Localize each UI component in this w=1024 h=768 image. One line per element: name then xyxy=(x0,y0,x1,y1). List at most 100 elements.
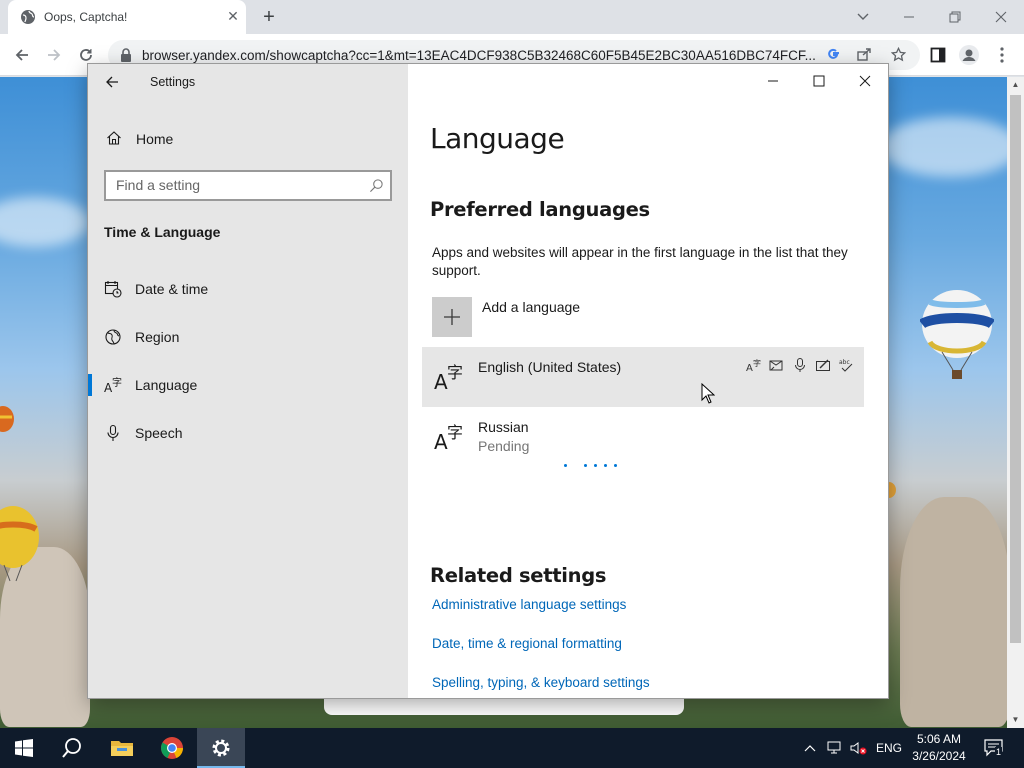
nav-item-region[interactable]: Region xyxy=(88,320,408,356)
star-icon[interactable] xyxy=(890,46,906,63)
nav-item-label: Region xyxy=(135,329,180,345)
add-language-button[interactable]: Add a language xyxy=(432,297,732,337)
windows-logo-icon xyxy=(15,739,33,757)
file-explorer-button[interactable] xyxy=(98,728,146,768)
chrome-taskbar-button[interactable] xyxy=(148,728,196,768)
svg-text:A: A xyxy=(434,370,448,393)
clock-time: 5:06 AM xyxy=(916,732,962,746)
page-title: Language xyxy=(430,122,565,155)
spelling-typing-keyboard-settings-link[interactable]: Spelling, typing, & keyboard settings xyxy=(432,675,650,690)
google-translate-icon[interactable] xyxy=(826,47,842,63)
svg-text:abc: abc xyxy=(839,359,850,366)
scroll-down-icon[interactable]: ▼ xyxy=(1007,712,1024,728)
menu-icon[interactable] xyxy=(991,44,1013,66)
back-arrow-icon[interactable] xyxy=(11,44,33,66)
nav-item-date-time[interactable]: Date & time xyxy=(88,272,408,308)
related-settings-heading: Related settings xyxy=(430,564,607,587)
side-panel-icon[interactable] xyxy=(927,44,949,66)
input-language-indicator[interactable]: ENG xyxy=(876,741,902,755)
window-maximize-icon[interactable] xyxy=(804,70,834,92)
close-tab-icon[interactable]: ✕ xyxy=(226,9,240,23)
show-hidden-icons-chevron-icon[interactable] xyxy=(802,728,818,768)
spellcheck-icon: abc xyxy=(839,359,853,372)
administrative-language-settings-link[interactable]: Administrative language settings xyxy=(432,597,626,612)
language-status: Pending xyxy=(478,438,530,454)
add-language-label: Add a language xyxy=(482,299,581,315)
app-title: Settings xyxy=(150,75,196,89)
nav-item-language[interactable]: A字 Language xyxy=(88,368,408,404)
settings-content-pane: Language Preferred languages Apps and we… xyxy=(408,64,888,698)
taskbar: ENG 5:06 AM 3/26/2024 1 xyxy=(0,728,1024,768)
tab-search-icon[interactable] xyxy=(852,6,874,28)
page-scrollbar[interactable]: ▲ ▼ xyxy=(1007,77,1024,728)
browser-tabstrip: Oops, Captcha! ✕ + xyxy=(0,0,1024,34)
language-icon: A字 xyxy=(434,363,463,393)
cloud xyxy=(0,197,90,247)
nav-home-label: Home xyxy=(136,131,174,147)
hot-air-balloon xyxy=(920,290,994,379)
action-center-button[interactable]: 1 xyxy=(982,728,1006,768)
settings-icon xyxy=(212,739,230,757)
home-icon xyxy=(107,131,121,145)
settings-taskbar-button[interactable] xyxy=(197,728,245,768)
page-footer-panel xyxy=(324,697,684,715)
globe-icon xyxy=(21,10,35,24)
hot-air-balloon xyxy=(0,506,39,582)
volume-muted-icon[interactable] xyxy=(850,728,868,768)
selection-indicator xyxy=(88,374,92,396)
start-button[interactable] xyxy=(0,728,48,768)
reload-icon[interactable] xyxy=(75,44,97,66)
handwriting-icon xyxy=(816,359,830,371)
clock[interactable]: 5:06 AM 3/26/2024 xyxy=(906,731,972,765)
nav-item-label: Language xyxy=(135,377,198,393)
browser-tab[interactable]: Oops, Captcha! ✕ xyxy=(8,0,246,34)
back-arrow-icon[interactable] xyxy=(102,72,122,92)
loading-dots-indicator xyxy=(564,462,634,470)
nav-item-speech[interactable]: Speech xyxy=(88,416,408,452)
taskbar-search-button[interactable] xyxy=(48,728,96,768)
nav-item-label: Speech xyxy=(135,425,183,441)
scrollbar-thumb[interactable] xyxy=(1010,95,1021,643)
svg-text:字: 字 xyxy=(447,423,463,442)
language-name: Russian xyxy=(478,419,529,435)
search-icon xyxy=(370,179,383,192)
language-icon: A字 xyxy=(104,376,122,394)
profile-icon[interactable] xyxy=(958,44,980,66)
lock-icon[interactable] xyxy=(120,48,132,62)
settings-nav-pane: Settings Home Find a setting Time & Lang… xyxy=(88,64,408,698)
scroll-up-icon[interactable]: ▲ xyxy=(1007,77,1024,93)
forward-arrow-icon[interactable] xyxy=(43,44,65,66)
mouse-cursor-icon xyxy=(701,383,715,404)
browser-close-icon[interactable] xyxy=(990,6,1012,28)
globe-icon xyxy=(105,329,121,345)
window-minimize-icon[interactable] xyxy=(758,70,788,92)
microphone-icon xyxy=(795,358,805,372)
language-name: English (United States) xyxy=(478,359,622,375)
svg-text:字: 字 xyxy=(112,376,122,389)
new-tab-button[interactable]: + xyxy=(258,7,280,29)
language-item-english[interactable]: A字 English (United States) A字 abc xyxy=(422,347,864,407)
share-icon[interactable] xyxy=(856,47,872,63)
calendar-clock-icon xyxy=(104,281,122,298)
notification-count: 1 xyxy=(995,747,1003,757)
hot-air-balloon xyxy=(0,406,14,432)
network-icon[interactable] xyxy=(826,728,844,768)
nav-home[interactable]: Home xyxy=(104,128,394,158)
display-language-icon: A字 xyxy=(746,358,761,373)
browser-restore-icon[interactable] xyxy=(944,6,966,28)
preferred-languages-heading: Preferred languages xyxy=(430,198,650,221)
browser-minimize-icon[interactable] xyxy=(898,6,920,28)
search-placeholder: Find a setting xyxy=(116,177,201,193)
settings-search-input[interactable]: Find a setting xyxy=(104,170,392,201)
svg-text:A: A xyxy=(434,430,448,453)
url-text: browser.yandex.com/showcaptcha?cc=1&mt=1… xyxy=(142,48,816,63)
preferred-languages-description: Apps and websites will appear in the fir… xyxy=(432,245,848,278)
section-title: Time & Language xyxy=(104,224,221,240)
language-item-russian[interactable]: A字 Russian Pending xyxy=(422,407,864,467)
add-icon xyxy=(432,297,472,337)
svg-text:字: 字 xyxy=(753,358,761,368)
window-close-icon[interactable] xyxy=(850,70,880,92)
clock-date: 3/26/2024 xyxy=(912,749,966,763)
date-time-regional-formatting-link[interactable]: Date, time & regional formatting xyxy=(432,636,622,651)
microphone-icon xyxy=(107,424,119,441)
